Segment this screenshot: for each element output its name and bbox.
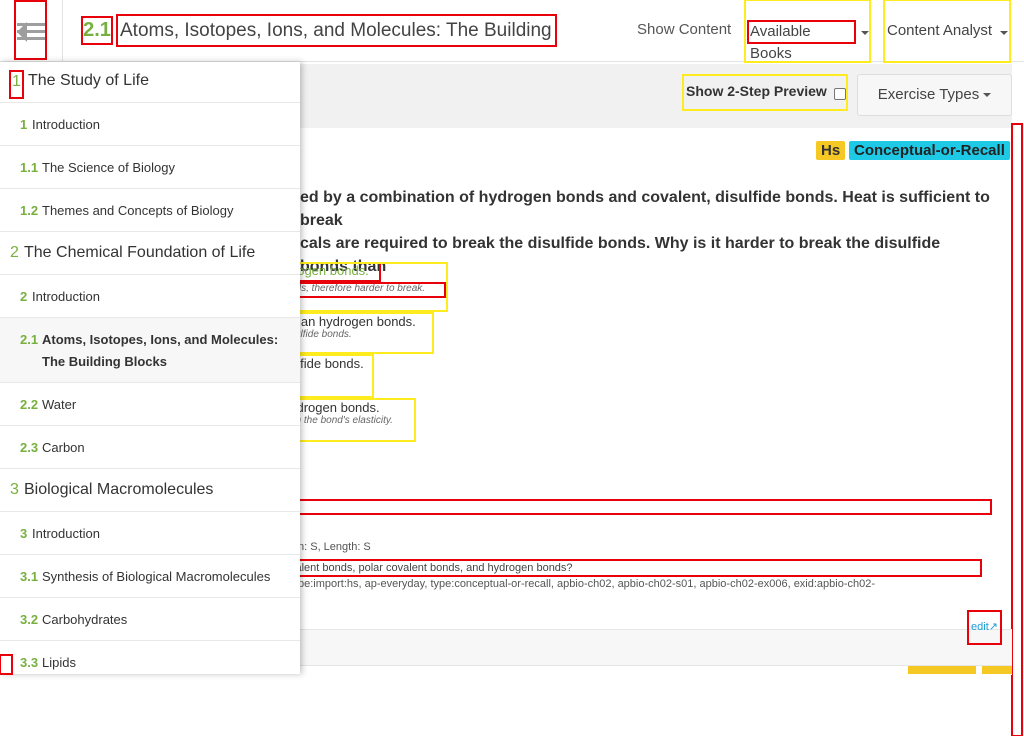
toc-section[interactable]: 3.2 Carbohydrates [0,598,300,641]
answer-feedback: nds, therefore harder to break. [289,282,446,298]
toc-section[interactable]: 2 Introduction [0,275,300,318]
chapter-number: 2 [10,244,19,261]
toc-chapter[interactable]: 1 The Study of Life [0,62,300,103]
section-label: Carbon [42,440,85,455]
toc-section[interactable]: 1.2 Themes and Concepts of Biology [0,189,300,232]
section-number: 3 [20,526,28,541]
answer-text: than hydrogen bonds. [290,314,416,329]
section-label: Water [42,397,77,412]
answer-choice[interactable]: than hydrogen bonds. sulfide bonds. [289,312,434,354]
section-number: 2.1 [20,332,39,347]
exercise-prompt[interactable]: valent bonds, polar covalent bonds, and … [289,559,982,577]
toc-section[interactable]: 2.2 Water [0,383,300,426]
answer-feedback: on the bond's elasticity. [290,415,393,426]
section-label: Themes and Concepts of Biology [42,203,234,218]
tag-badge-conceptual: Conceptual-or-Recall [849,141,1010,160]
section-number: 3.1 [20,569,39,584]
section-number: 3.3 [20,655,39,670]
chapter-label: The Chemical Foundation of Life [24,244,256,261]
exercise-types-label: Exercise Types [877,86,980,103]
section-label: Introduction [32,289,100,304]
edit-label: edit [971,621,989,633]
toc-sidebar: 1 The Study of Life 1 Introduction 1.1 T… [0,62,300,674]
section-number[interactable]: 2.1 [81,16,113,45]
section-label-line2: The Building Blocks [42,354,167,369]
toc-section[interactable]: 2.3 Carbon [0,426,300,469]
answer-feedback: sulfide bonds. [290,329,352,340]
available-books-dropdown[interactable]: Available Books [744,0,871,63]
section-label: Carbohydrates [42,612,128,627]
toc-chapter[interactable]: 3 Biological Macromolecules [0,469,300,512]
chapter-number: 1 [9,70,24,99]
answer-text: ydrogen bonds. [290,400,380,415]
available-books-label[interactable]: Available Books [747,20,856,62]
tag-badge-hs: Hs [816,141,846,160]
two-step-preview-toggle[interactable]: Show 2-Step Preview [682,74,848,111]
toc-section[interactable]: 3.3 Lipids [0,641,300,674]
chapter-label: Biological Macromolecules [24,481,214,498]
section-number: 3.2 [20,612,39,627]
section-number: 2.2 [20,397,39,412]
scroll-region[interactable] [1011,123,1023,736]
solution-field[interactable] [289,499,992,515]
answer-choice[interactable]: ulfide bonds. [289,354,374,398]
toc-section[interactable]: 1 Introduction [0,103,300,146]
section-label: Atoms, Isotopes, Ions, and Molecules: [42,332,279,347]
question-line: ed by a combination of hydrogen bonds an… [300,189,990,229]
chevron-down-icon [861,31,869,35]
content-analyst-label: Content Analyst [887,22,993,39]
chevron-down-icon [983,93,992,98]
answer-choice[interactable]: ydrogen bonds. on the bond's elasticity. [289,398,416,442]
toc-section-active[interactable]: 2.1 Atoms, Isotopes, Ions, and Molecules… [0,318,300,383]
section-title[interactable]: Atoms, Isotopes, Ions, and Molecules: Th… [116,14,557,47]
sidebar-scroll-marker[interactable] [0,654,13,675]
collapse-arrow-icon [17,22,27,42]
answer-choice[interactable]: lrogen bonds. nds, therefore harder to b… [289,262,448,312]
exercise-types-dropdown[interactable]: Exercise Types [857,74,1012,116]
answer-text: ulfide bonds. [290,356,364,371]
section-number: 1 [20,117,28,132]
section-label: Introduction [32,526,100,541]
section-number: 2 [20,289,28,304]
two-step-preview-checkbox[interactable] [834,88,846,100]
chevron-down-icon [1000,31,1008,35]
show-content-link[interactable]: Show Content [637,21,731,38]
section-label: Introduction [32,117,100,132]
section-label: Lipids [42,655,76,670]
tag-badge [908,666,976,674]
answer-text: lrogen bonds. [289,262,381,282]
section-number: 1.2 [20,203,39,218]
tag-badge [982,666,1012,674]
edit-link[interactable]: edit↗ [967,610,1002,645]
toc-section[interactable]: 3 Introduction [0,512,300,555]
section-number: 1.1 [20,160,39,175]
content-analyst-dropdown[interactable]: Content Analyst [883,0,1011,63]
section-number: 2.3 [20,440,39,455]
toc-section[interactable]: 1.1 The Science of Biology [0,146,300,189]
toc-section[interactable]: 3.1 Synthesis of Biological Macromolecul… [0,555,300,598]
menu-toggle-button[interactable] [14,0,47,60]
chapter-number: 3 [10,481,19,498]
top-navbar: 2.1 Atoms, Isotopes, Ions, and Molecules… [0,0,1024,63]
section-label: The Science of Biology [42,160,175,175]
next-card-tags [908,666,1012,674]
chapter-label: The Study of Life [28,72,149,89]
exercise-tags-list: pe:import:hs, ap-everyday, type:conceptu… [298,578,876,590]
toc-chapter[interactable]: 2 The Chemical Foundation of Life [0,232,300,275]
section-label: Synthesis of Biological Macromolecules [42,569,271,584]
divider [62,0,63,62]
two-step-preview-label: Show 2-Step Preview [686,83,827,99]
exercise-meta: n: S, Length: S [298,541,371,553]
